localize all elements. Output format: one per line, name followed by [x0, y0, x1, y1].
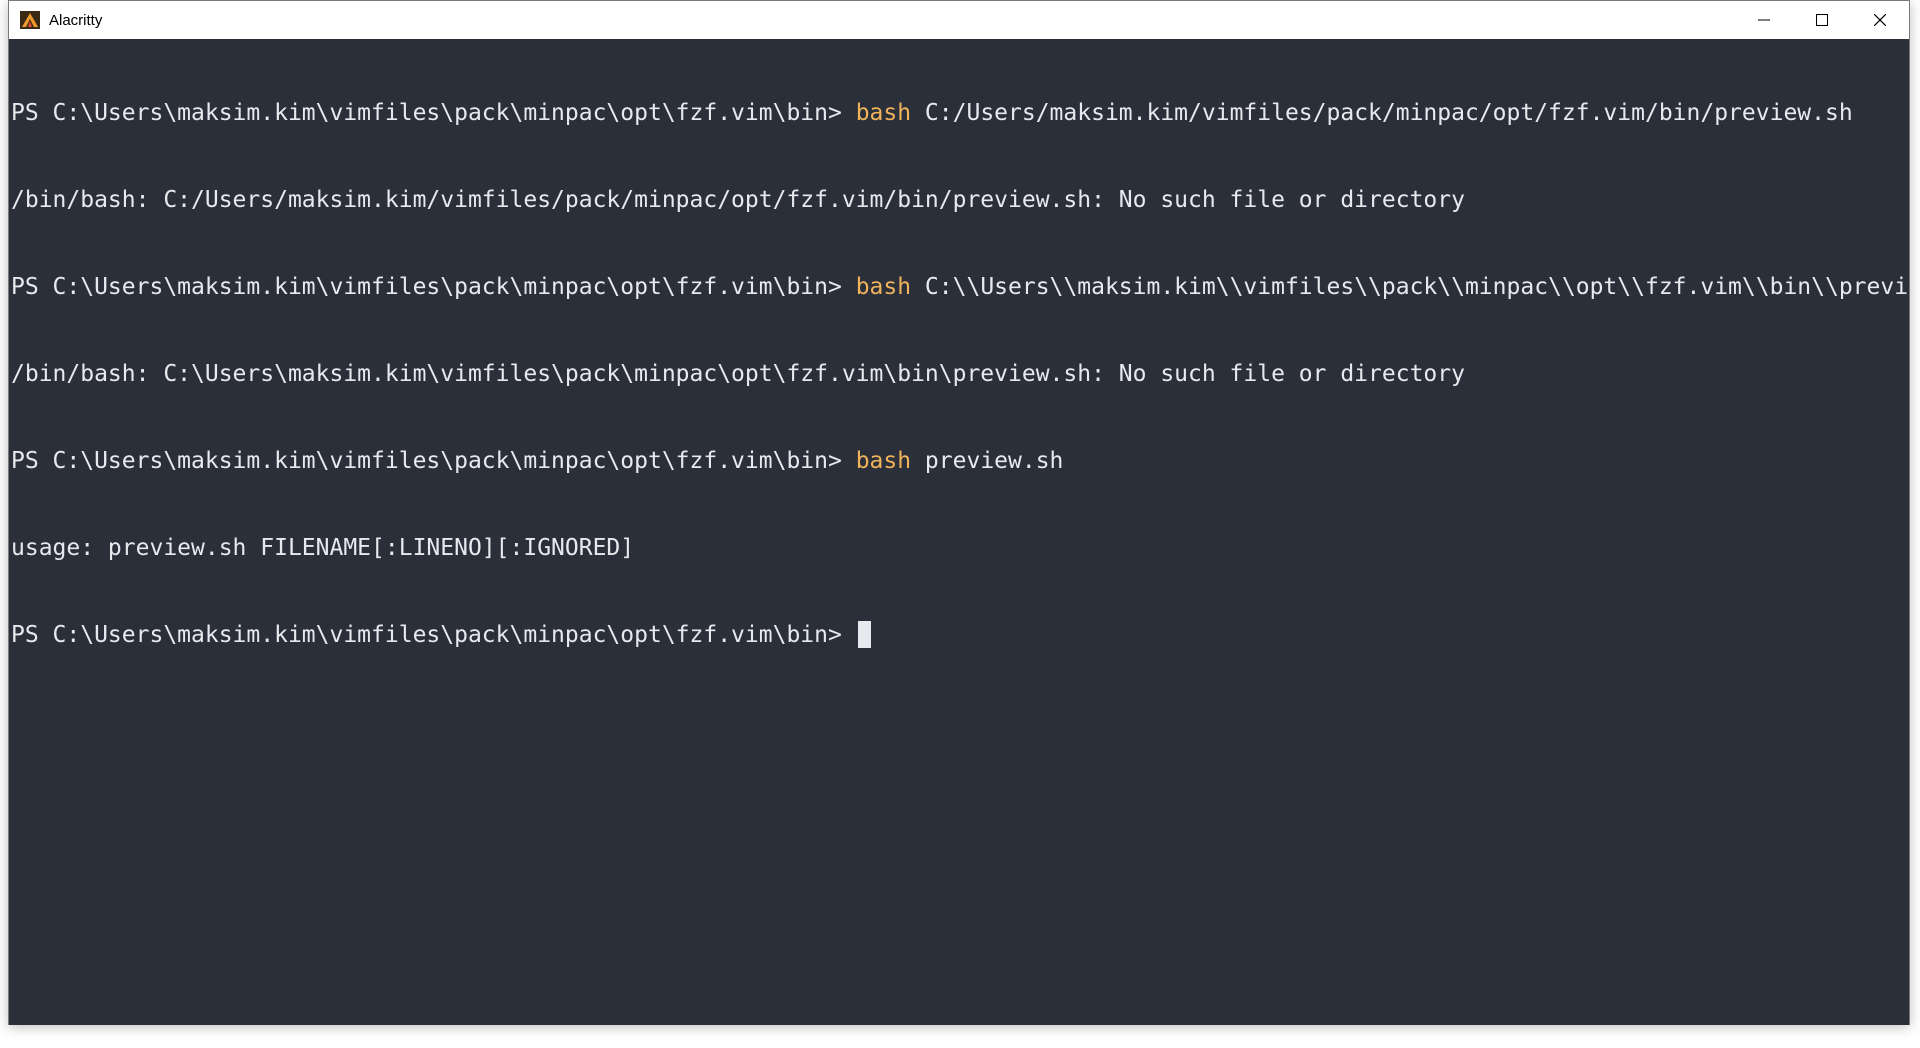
title-bar[interactable]: Alacritty: [9, 1, 1909, 39]
command-keyword: bash: [855, 448, 912, 474]
terminal-area[interactable]: PS C:\Users\maksim.kim\vimfiles\pack\min…: [9, 39, 1909, 1025]
output-text: /bin/bash: C:\Users\maksim.kim\vimfiles\…: [11, 361, 1465, 387]
maximize-button[interactable]: [1793, 1, 1851, 39]
terminal-output: PS C:\Users\maksim.kim\vimfiles\pack\min…: [9, 39, 1909, 708]
output-text: /bin/bash: C:/Users/maksim.kim/vimfiles/…: [11, 187, 1465, 213]
maximize-icon: [1816, 14, 1828, 26]
close-icon: [1874, 14, 1886, 26]
command-args: preview.sh: [911, 448, 1064, 474]
window-title: Alacritty: [49, 11, 103, 29]
terminal-line: PS C:\Users\maksim.kim\vimfiles\pack\min…: [11, 273, 1909, 302]
close-button[interactable]: [1851, 1, 1909, 39]
terminal-line: /bin/bash: C:/Users/maksim.kim/vimfiles/…: [11, 186, 1909, 215]
minimize-button[interactable]: [1735, 1, 1793, 39]
command-keyword: bash: [855, 100, 912, 126]
alacritty-icon: [20, 11, 40, 29]
prompt: PS C:\Users\maksim.kim\vimfiles\pack\min…: [11, 448, 856, 474]
terminal-line: PS C:\Users\maksim.kim\vimfiles\pack\min…: [11, 621, 1909, 650]
terminal-line: PS C:\Users\maksim.kim\vimfiles\pack\min…: [11, 447, 1909, 476]
window-controls: [1735, 1, 1909, 39]
command-args: C:/Users/maksim.kim/vimfiles/pack/minpac…: [911, 100, 1853, 126]
prompt: PS C:\Users\maksim.kim\vimfiles\pack\min…: [11, 622, 856, 648]
command-keyword: bash: [855, 274, 912, 300]
prompt: PS C:\Users\maksim.kim\vimfiles\pack\min…: [11, 100, 856, 126]
terminal-line: usage: preview.sh FILENAME[:LINENO][:IGN…: [11, 534, 1909, 563]
minimize-icon: [1758, 19, 1770, 21]
output-text: usage: preview.sh FILENAME[:LINENO][:IGN…: [11, 535, 635, 561]
prompt: PS C:\Users\maksim.kim\vimfiles\pack\min…: [11, 274, 856, 300]
text-cursor: [857, 621, 871, 648]
terminal-line: PS C:\Users\maksim.kim\vimfiles\pack\min…: [11, 99, 1909, 128]
terminal-line: /bin/bash: C:\Users\maksim.kim\vimfiles\…: [11, 360, 1909, 389]
alacritty-window: Alacritty PS C:\Users\maksim.kim\vimfile…: [8, 0, 1910, 1025]
command-args: C:\\Users\\maksim.kim\\vimfiles\\pack\\m…: [911, 274, 1909, 300]
